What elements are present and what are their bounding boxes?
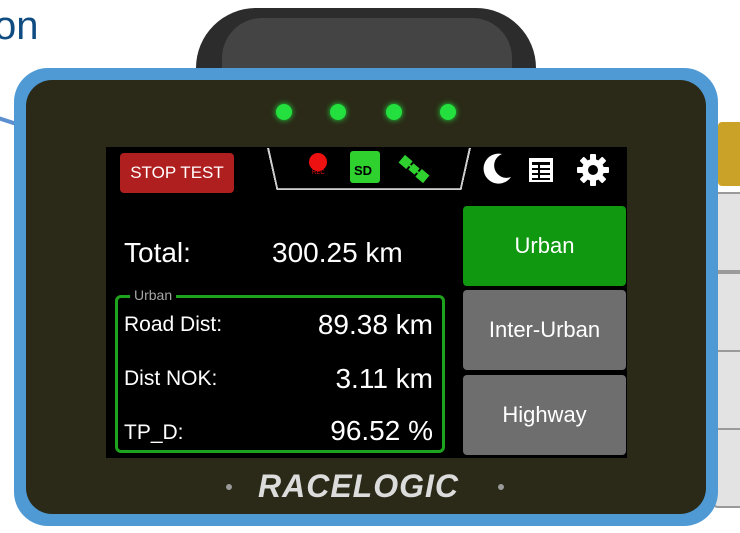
dist-nok-label: Dist NOK:: [124, 367, 218, 390]
rec-icon: REC: [308, 153, 330, 179]
stop-test-button[interactable]: STOP TEST: [120, 153, 234, 193]
total-distance-label: Total:: [124, 237, 191, 268]
caption-text-fragment: on: [0, 4, 39, 48]
tp-d-value: 96.52 %: [330, 415, 433, 446]
logo-dot-left: [226, 484, 232, 490]
touch-screen: STOP TEST REC SD Total: 300.25 km Urban …: [106, 147, 627, 458]
mode-button-highway[interactable]: Highway: [463, 375, 626, 455]
sd-card-icon: SD: [350, 151, 380, 183]
brand-logo: RACELOGIC: [258, 468, 459, 504]
urban-panel-legend: Urban: [130, 287, 177, 303]
dist-nok-value: 3.11 km: [335, 363, 433, 394]
mode-button-inter-urban[interactable]: Inter-Urban: [463, 290, 626, 370]
status-led-2: [330, 104, 346, 120]
status-led-4: [440, 104, 456, 120]
road-dist-label: Road Dist:: [124, 313, 223, 336]
sd-card-label: SD: [354, 163, 373, 178]
gear-icon[interactable]: [576, 153, 610, 187]
gps-satellite-icon: [398, 154, 430, 184]
tp-d-label: TP_D:: [124, 421, 184, 444]
table-icon[interactable]: [526, 155, 556, 185]
mode-button-urban[interactable]: Urban: [463, 206, 626, 286]
total-distance-value: 300.25 km: [272, 237, 403, 268]
road-dist-value: 89.38 km: [317, 309, 433, 340]
logo-dot-right: [498, 484, 504, 490]
status-led-1: [276, 104, 292, 120]
power-connector: [718, 122, 740, 186]
status-led-3: [386, 104, 402, 120]
device-top-bumper-inner: [222, 18, 512, 74]
rec-badge-label: REC: [312, 170, 325, 176]
moon-icon[interactable]: [480, 151, 514, 187]
